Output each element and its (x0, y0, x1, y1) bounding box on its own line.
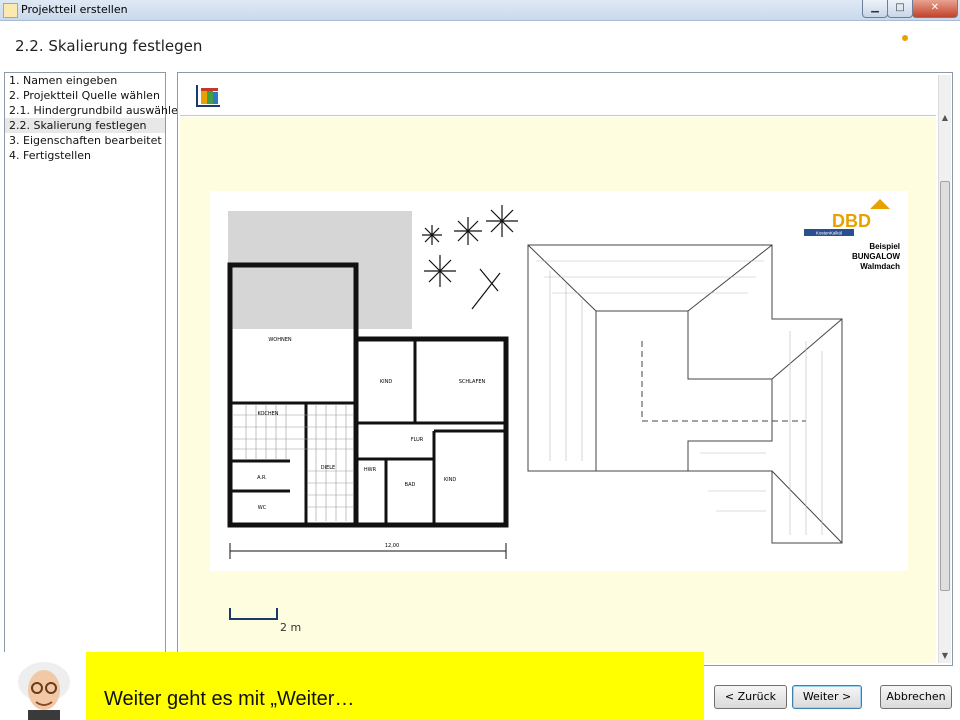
step-item-2-1[interactable]: 2.1. Hindergrundbild auswählen (5, 103, 185, 118)
cancel-button[interactable]: Abbrechen (880, 685, 952, 709)
step-item-2-2[interactable]: 2.2. Skalierung festlegen (5, 118, 165, 133)
room-label: DIELE (321, 465, 335, 471)
editor-toolbar (180, 75, 936, 116)
room-label: WC (258, 505, 267, 511)
window-titlebar: Projektteil erstellen ▁ □ ✕ (0, 0, 960, 21)
scroll-up-icon[interactable]: ▲ (940, 113, 950, 123)
step-item-4[interactable]: 4. Fertigstellen (5, 148, 165, 163)
app-icon (3, 3, 18, 18)
close-button[interactable]: ✕ (912, 0, 958, 18)
room-label: SCHLAFEN (459, 379, 486, 385)
scale-editor-panel: WOHNEN KIND SCHLAFEN KOCHEN FLUR A.R. DI… (177, 72, 953, 666)
maximize-button[interactable]: □ (887, 0, 913, 18)
page-title: 2.2. Skalierung festlegen (15, 37, 203, 55)
room-label: A.R. (257, 475, 267, 481)
room-label: KIND (380, 379, 392, 385)
room-label: FLUR (411, 437, 424, 443)
window-title: Projektteil erstellen (21, 3, 128, 16)
step-item-3[interactable]: 3. Eigenschaften bearbeitet (5, 133, 165, 148)
step-item-1[interactable]: 1. Namen eingeben (5, 73, 165, 88)
room-label: BAD (405, 482, 416, 488)
scroll-thumb[interactable] (940, 181, 950, 591)
hint-text: Weiter geht es mit „Weiter… (104, 688, 355, 710)
back-button[interactable]: < Zurück (714, 685, 787, 709)
scale-bar-icon[interactable] (229, 607, 279, 621)
dimension-label: 12,00 (385, 543, 399, 549)
plan-title-line: Beispiel (869, 242, 900, 251)
scroll-down-icon[interactable]: ▼ (940, 651, 950, 661)
brand-subline: KostenKalkül (816, 231, 842, 236)
canvas-scrollbar[interactable]: ▲ ▼ (938, 75, 951, 663)
scale-ruler-icon[interactable] (194, 83, 224, 109)
wizard-steps-list: 1. Namen eingeben 2. Projektteil Quelle … (4, 72, 185, 666)
scale-label: 2 m (280, 621, 302, 634)
room-label: KIND (444, 477, 456, 483)
status-dot-icon (902, 35, 908, 41)
room-label: HWR (364, 467, 377, 473)
plan-title-line: Walmdach (860, 262, 900, 271)
brand-logo: DBD (832, 211, 871, 231)
drawing-canvas[interactable]: WOHNEN KIND SCHLAFEN KOCHEN FLUR A.R. DI… (180, 117, 936, 663)
plan-title-line: BUNGALOW (852, 252, 900, 261)
room-label: WOHNEN (268, 337, 292, 343)
room-label: KOCHEN (257, 411, 278, 417)
step-item-2[interactable]: 2. Projektteil Quelle wählen (5, 88, 165, 103)
assistant-avatar (0, 652, 86, 720)
next-button[interactable]: Weiter > (792, 685, 862, 709)
floor-plan-image: WOHNEN KIND SCHLAFEN KOCHEN FLUR A.R. DI… (210, 191, 908, 571)
minimize-button[interactable]: ▁ (862, 0, 888, 18)
